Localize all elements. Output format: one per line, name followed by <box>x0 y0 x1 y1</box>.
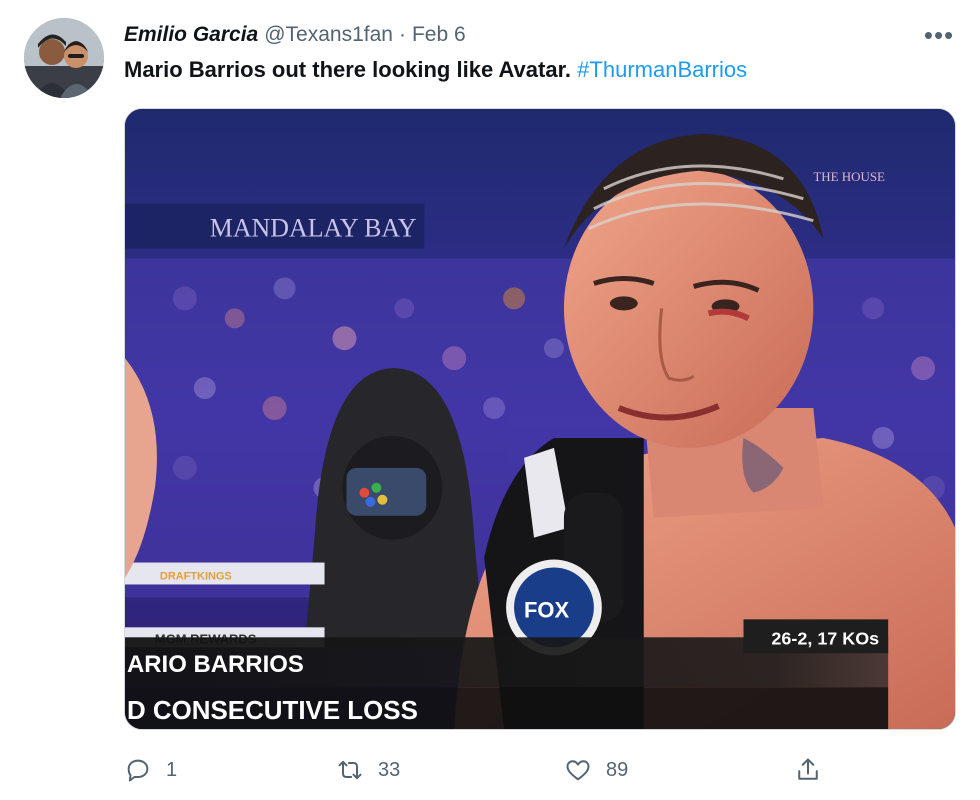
share-button[interactable] <box>794 752 822 788</box>
display-name[interactable]: Emilio Garcia <box>124 23 258 47</box>
like-button[interactable]: 89 <box>564 752 628 788</box>
tweet-actions: 1 33 89 <box>124 752 824 788</box>
avatar[interactable] <box>24 18 104 98</box>
user-handle[interactable]: @Texans1fan <box>264 23 393 47</box>
share-icon <box>798 758 818 780</box>
retweet-button[interactable]: 33 <box>336 752 400 788</box>
avatar-photo <box>24 18 104 98</box>
tweet-body: Mario Barrios out there looking like Ava… <box>124 57 572 82</box>
tweet-date[interactable]: Feb 6 <box>412 23 466 47</box>
hashtag-link[interactable]: #ThurmanBarrios <box>577 57 747 82</box>
separator-dot: · <box>398 23 406 46</box>
like-count: 89 <box>606 758 629 781</box>
reply-icon <box>127 759 149 782</box>
tweet-media-image[interactable]: MANDALAY BAY THE HOUSE DRAFTKINGS MGM RE… <box>124 108 956 730</box>
more-options-button[interactable]: ••• <box>922 20 956 50</box>
lower-third-subtitle: D CONSECUTIVE LOSS <box>127 697 418 725</box>
house-sign: THE HOUSE <box>813 169 885 184</box>
retweet-icon <box>338 760 362 780</box>
arena-sign: MANDALAY BAY <box>210 214 417 243</box>
reply-button[interactable]: 1 <box>124 752 177 788</box>
tweet-text: Mario Barrios out there looking like Ava… <box>124 56 747 84</box>
like-icon <box>566 760 590 781</box>
boxing-interview-image: MANDALAY BAY THE HOUSE DRAFTKINGS MGM RE… <box>125 109 955 729</box>
more-icon: ••• <box>923 20 955 50</box>
mic-logo: FOX <box>524 597 569 622</box>
ring-sponsor-draftkings: DRAFTKINGS <box>160 570 232 582</box>
tweet-header: Emilio Garcia @Texans1fan · Feb 6 <box>124 20 466 50</box>
retweet-count: 33 <box>378 758 401 781</box>
fighter-name: ARIO BARRIOS <box>127 651 304 678</box>
fighter-record: 26-2, 17 KOs <box>771 628 879 648</box>
tweet-card[interactable]: Emilio Garcia @Texans1fan · Feb 6 ••• Ma… <box>0 0 980 800</box>
reply-count: 1 <box>166 758 178 781</box>
